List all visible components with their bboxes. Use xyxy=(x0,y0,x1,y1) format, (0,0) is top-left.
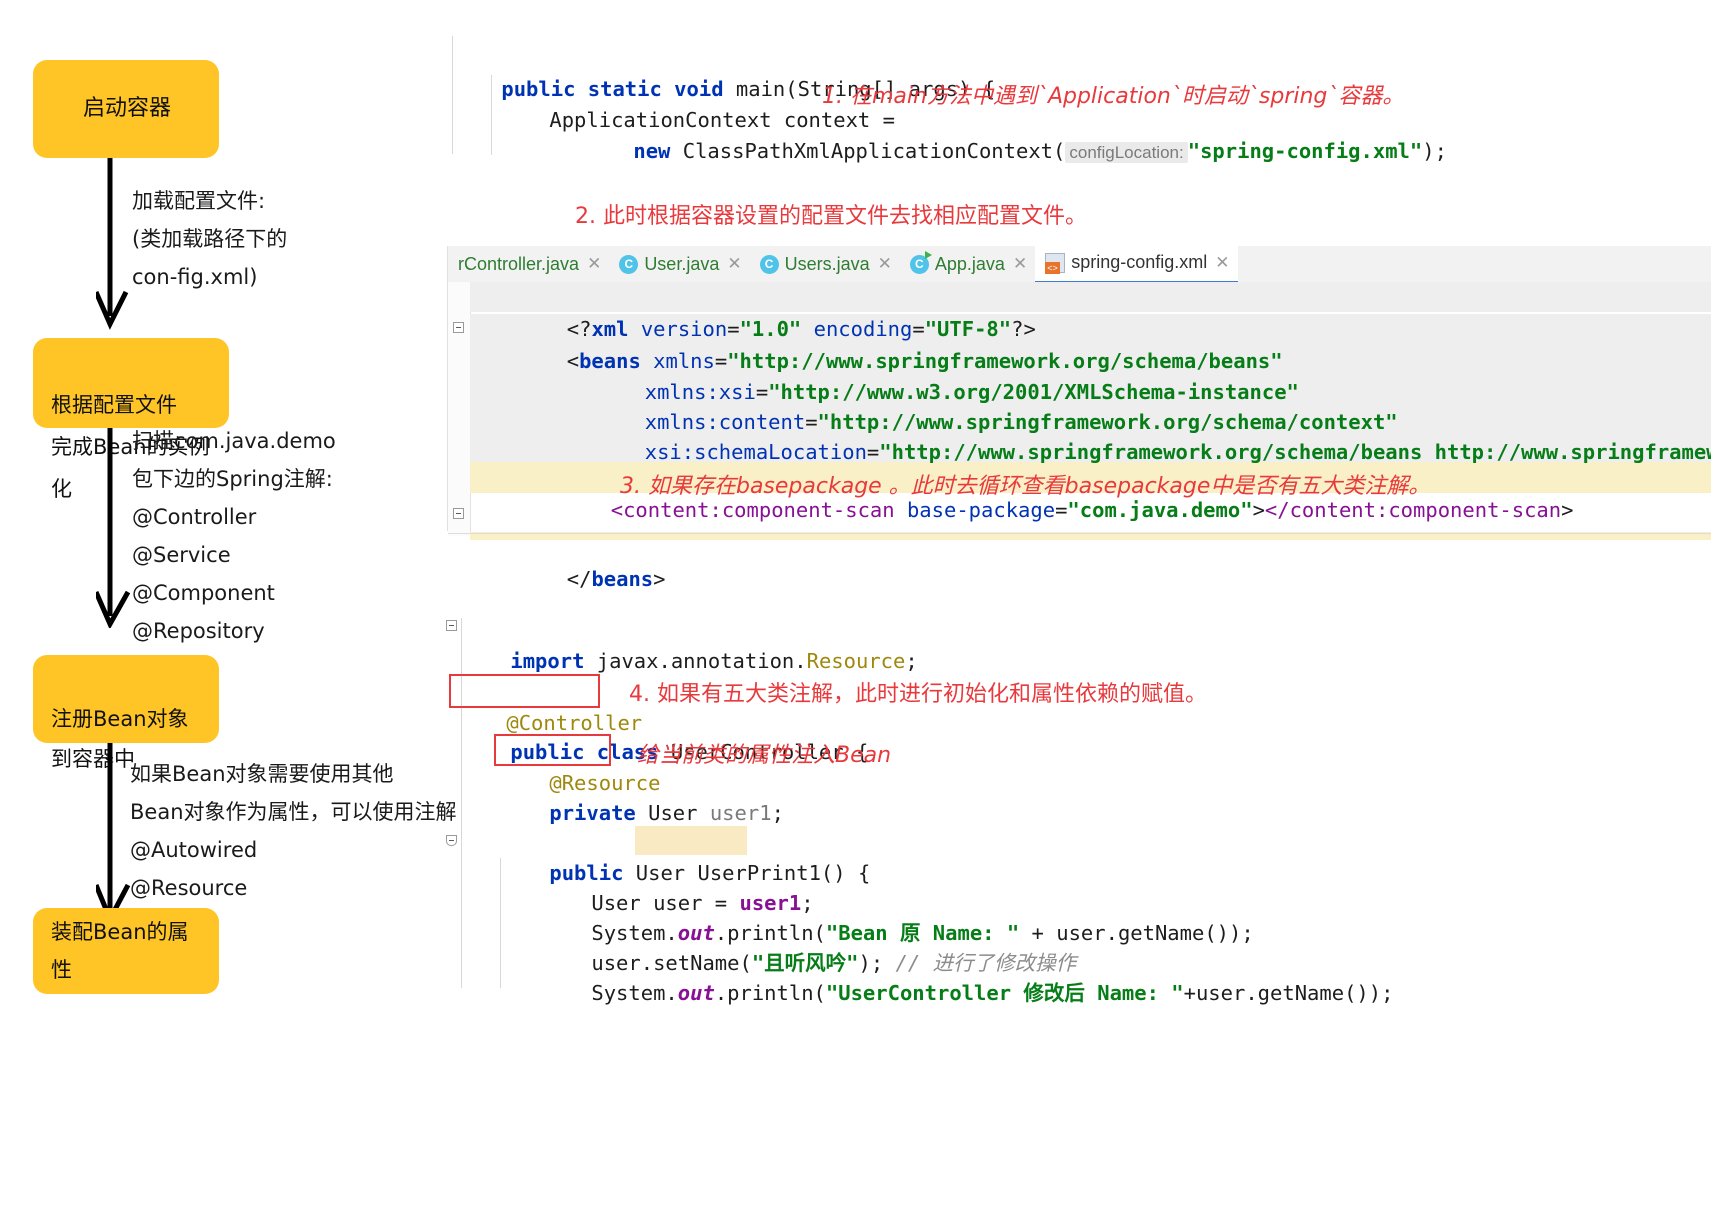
code-text: ; xyxy=(771,801,784,825)
code-text: System. xyxy=(591,981,678,1005)
code-string: "UserController 修改后 Name: " xyxy=(825,981,1184,1005)
flow-node-label: 启动容器 xyxy=(82,96,171,121)
annotation-note-4: 4. 如果有五大类注解，此时进行初始化和属性依赖的赋值。 xyxy=(629,682,1207,707)
close-icon[interactable]: ✕ xyxy=(878,254,892,274)
annotation-note-5: 给当前类的属性注入Bean xyxy=(637,743,892,768)
flow-node-instantiate-bean: 根据配置文件 完成Bean的实例化 xyxy=(33,338,229,501)
editor-tab-bar: rController.java ✕ C User.java ✕ C Users… xyxy=(448,244,1711,284)
panel-bottom-divider xyxy=(448,533,1711,534)
editor-tab-spring-config-xml[interactable]: spring-config.xml ✕ xyxy=(1035,244,1238,284)
flow-node-label: 装配Bean的属性 xyxy=(51,920,189,982)
fold-collapse-icon[interactable] xyxy=(453,322,464,333)
code-text: () { xyxy=(820,861,871,885)
xml-line-beans-close: </beans> xyxy=(566,567,666,591)
flow-node-register-bean: 注册Bean对象 到容器中 xyxy=(33,655,219,771)
tab-label: App.java xyxy=(934,253,1005,274)
flow-arrow-1 xyxy=(96,158,129,330)
flow-node-assemble-bean: 装配Bean的属性 xyxy=(33,908,219,994)
tab-label: Users.java xyxy=(784,253,870,274)
editor-tab-users-java[interactable]: C Users.java ✕ xyxy=(750,246,900,282)
flow-node-start-container: 启动容器 xyxy=(33,60,219,158)
close-icon[interactable]: ✕ xyxy=(1013,254,1027,274)
code-class: Resource xyxy=(806,649,906,673)
code-text: .println( xyxy=(714,981,826,1005)
param-hint-configlocation: configLocation: xyxy=(1065,142,1188,163)
xml-file-icon xyxy=(1045,252,1066,274)
editor-tab-usercontroller-java[interactable]: rController.java ✕ xyxy=(448,246,609,282)
annotation-note-2: 2. 此时根据容器设置的配置文件去找相应配置文件。 xyxy=(575,204,1087,229)
tab-label: rController.java xyxy=(458,253,580,274)
flow-edge-label-scan-annotations: 扫描com.java.demo 包下边的Spring注解: @Controlle… xyxy=(132,429,336,643)
fold-expand-icon[interactable] xyxy=(446,835,457,846)
code-identifier: out xyxy=(677,981,715,1005)
code-keyword: private xyxy=(549,801,636,825)
tab-label: spring-config.xml xyxy=(1071,252,1208,272)
flow-edge-label-load-config: 加载配置文件: (类加载路径下的 con-fig.xml) xyxy=(132,189,288,289)
code-text: ClassPathXmlApplicationContext( xyxy=(670,139,1066,163)
spring-lifecycle-flowchart: 启动容器 加载配置文件: (类加载路径下的 con-fig.xml) 根据配置文… xyxy=(0,0,500,1050)
flow-edge-label-inject-annotations: 如果Bean对象需要使用其他 Bean对象作为属性，可以使用注解 @Autowi… xyxy=(130,762,457,900)
code-text: ; xyxy=(905,649,918,673)
close-icon[interactable]: ✕ xyxy=(587,254,601,274)
fold-collapse-icon[interactable] xyxy=(453,508,464,519)
code-text: +user.getName()); xyxy=(1183,981,1394,1005)
java-line-print-modified-name: System.out.println("UserController 修改后 N… xyxy=(542,948,1393,1038)
close-icon[interactable]: ✕ xyxy=(1215,253,1229,273)
java-class-icon: C xyxy=(619,254,639,274)
code-string: "spring-config.xml" xyxy=(1187,139,1423,163)
code-keyword: new xyxy=(633,139,671,163)
tab-label: User.java xyxy=(644,253,720,274)
java-class-icon: C xyxy=(759,254,779,274)
annotation-note-3: 3. 如果存在basepackage 。此时去循环查看basepackage中是… xyxy=(620,474,1431,499)
fold-collapse-icon[interactable] xyxy=(446,620,457,631)
editor-tab-user-java[interactable]: C User.java ✕ xyxy=(609,246,749,282)
code-text: javax.annotation. xyxy=(584,649,807,673)
diagram-canvas: 启动容器 加载配置文件: (类加载路径下的 con-fig.xml) 根据配置文… xyxy=(0,0,1711,1221)
java-runnable-class-icon: C xyxy=(909,250,932,274)
code-text: ); xyxy=(1422,139,1447,163)
code-identifier: user1 xyxy=(709,801,772,825)
main-code-line-3: new ClassPathXmlApplicationContext(confi… xyxy=(584,106,1447,198)
close-icon[interactable]: ✕ xyxy=(727,254,741,274)
code-text: User xyxy=(635,801,710,825)
code-keyword: import xyxy=(510,649,585,673)
editor-tab-app-java[interactable]: C App.java ✕ xyxy=(900,246,1035,282)
